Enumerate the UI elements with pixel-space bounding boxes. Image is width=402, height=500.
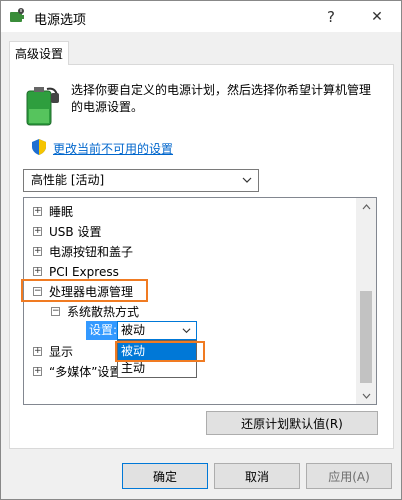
expand-icon[interactable]: + (33, 207, 42, 216)
expand-icon[interactable]: + (33, 367, 42, 376)
battery-plug-icon (26, 87, 59, 126)
restore-defaults-button[interactable]: 还原计划默认值(R) (206, 411, 378, 435)
intro-line-1: 选择你要自定义的电源计划，然后选择你希望计算机管理 (71, 83, 372, 97)
ok-button[interactable]: 确定 (122, 463, 208, 489)
tree-item-label: 系统散热方式 (67, 305, 140, 319)
change-unavailable-settings-link[interactable]: 更改当前不可用的设置 (53, 140, 173, 157)
expand-icon[interactable]: + (33, 267, 42, 276)
power-plan-select[interactable]: 高性能 [活动] (23, 169, 259, 192)
uac-shield-icon (32, 139, 46, 155)
scroll-thumb[interactable] (360, 291, 372, 383)
processor-power-highlight (21, 279, 148, 302)
intro-text: 选择你要自定义的电源计划，然后选择你希望计算机管理 的电源设置。 (71, 82, 381, 116)
tree-item-label: USB 设置 (49, 225, 102, 239)
passive-option-highlight (115, 341, 205, 362)
power-options-dialog: 电源选项 ? ✕ 高级设置 选择你要自定义的电源计划，然后选择你希望计算机管理 … (0, 0, 402, 500)
power-plan-value: 高性能 [活动] (31, 173, 105, 187)
intro-line-2: 的电源设置。 (71, 100, 144, 114)
tree-scrollbar[interactable] (356, 198, 376, 404)
tree-item-label: 睡眠 (49, 205, 74, 219)
chevron-down-icon (362, 393, 370, 399)
chevron-up-icon (362, 203, 370, 209)
chevron-down-icon (242, 177, 252, 183)
scroll-up-arrow[interactable] (356, 198, 376, 215)
close-button[interactable]: ✕ (354, 1, 400, 32)
tree-item-label: “多媒体”设置 (49, 365, 122, 379)
option-active[interactable]: 主动 (118, 360, 196, 377)
window-title: 电源选项 (34, 13, 87, 28)
cooling-policy-value: 被动 (121, 323, 146, 337)
scroll-down-arrow[interactable] (356, 387, 376, 404)
expand-icon[interactable]: + (33, 347, 42, 356)
tab-advanced-settings[interactable]: 高级设置 (9, 41, 69, 65)
power-options-icon (10, 8, 24, 22)
tree-item-label: 显示 (49, 345, 74, 359)
collapse-icon[interactable]: − (51, 307, 60, 316)
expand-icon[interactable]: + (33, 247, 42, 256)
expand-icon[interactable]: + (33, 227, 42, 236)
cooling-policy-select[interactable]: 被动 (117, 321, 197, 340)
setting-label: 设置: (86, 321, 121, 340)
apply-button[interactable]: 应用(A) (306, 463, 392, 489)
help-button[interactable]: ? (308, 1, 354, 32)
tree-item-label: 电源按钮和盖子 (49, 245, 134, 259)
cancel-button[interactable]: 取消 (214, 463, 300, 489)
title-bar: 电源选项 ? ✕ (1, 1, 401, 32)
chevron-down-icon (182, 328, 191, 334)
